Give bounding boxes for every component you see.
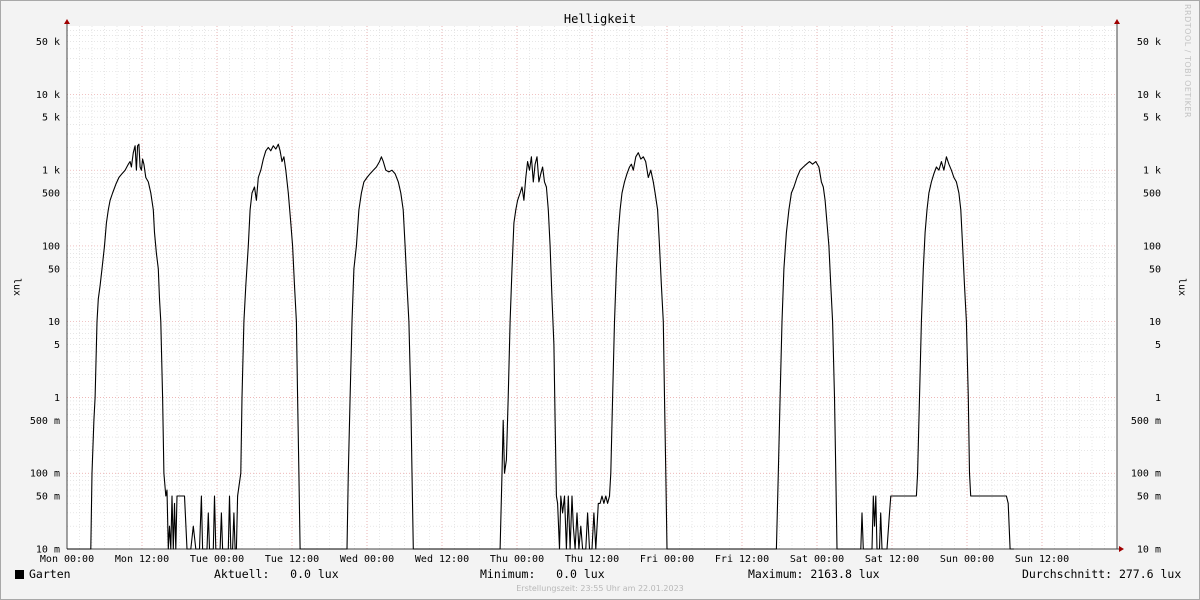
y-tick-label-left: 5 k bbox=[42, 113, 60, 124]
y-tick-label-right: 500 bbox=[1143, 188, 1161, 199]
creation-time-footer: Erstellungszeit: 23:55 Uhr am 22.01.2023 bbox=[516, 584, 684, 593]
x-tick-label: Tue 12:00 bbox=[265, 554, 319, 565]
legend-min-value: 0.0 lux bbox=[556, 567, 605, 581]
y-tick-label-left: 50 bbox=[48, 264, 60, 275]
y-tick-label-left: 1 k bbox=[42, 166, 60, 177]
y-tick-label-left: 100 m bbox=[30, 469, 60, 480]
y-tick-label-right: 50 m bbox=[1137, 492, 1161, 503]
x-tick-label: Tue 00:00 bbox=[190, 554, 244, 565]
x-tick-label: Fri 12:00 bbox=[715, 554, 769, 565]
legend-series-name: Garten bbox=[29, 567, 71, 581]
x-tick-label: Fri 00:00 bbox=[640, 554, 694, 565]
x-tick-label: Sun 00:00 bbox=[940, 554, 994, 565]
y-tick-label-right: 10 bbox=[1149, 317, 1161, 328]
x-tick-label: Thu 00:00 bbox=[490, 554, 544, 565]
legend-max-value: 2163.8 lux bbox=[810, 567, 880, 581]
x-tick-label: Thu 12:00 bbox=[565, 554, 619, 565]
y-axis-arrow-right bbox=[1114, 19, 1120, 24]
y-tick-label-left: 1 bbox=[54, 393, 60, 404]
x-tick-label: Wed 12:00 bbox=[415, 554, 469, 565]
x-tick-label: Sat 00:00 bbox=[790, 554, 844, 565]
y-tick-label-right: 5 bbox=[1155, 340, 1161, 351]
legend-current-value: 0.0 lux bbox=[290, 567, 339, 581]
y-axis-label-left: lux bbox=[11, 278, 22, 296]
y-tick-label-left: 500 bbox=[42, 188, 60, 199]
y-tick-label-left: 50 k bbox=[36, 37, 60, 48]
y-tick-label-right: 10 k bbox=[1137, 90, 1161, 101]
legend-series: Garten bbox=[15, 567, 71, 581]
y-tick-label-right: 500 m bbox=[1131, 416, 1161, 427]
y-tick-label-right: 5 k bbox=[1143, 113, 1161, 124]
y-tick-label-right: 1 bbox=[1155, 393, 1161, 404]
legend-swatch bbox=[15, 570, 24, 579]
x-tick-label: Sun 12:00 bbox=[1015, 554, 1069, 565]
legend-avg-label: Durchschnitt: bbox=[1022, 567, 1113, 581]
y-tick-label-right: 50 k bbox=[1137, 37, 1161, 48]
y-tick-label-left: 10 bbox=[48, 317, 60, 328]
legend-min-label: Minimum: bbox=[480, 567, 536, 581]
legend-current: Aktuell: 0.0 lux bbox=[214, 567, 339, 581]
x-tick-label: Wed 00:00 bbox=[340, 554, 394, 565]
x-tick-label: Mon 00:00 bbox=[40, 554, 94, 565]
y-axis-arrow-left bbox=[64, 19, 70, 24]
rrdtool-watermark: RRDTOOL / TOBI OETIKER bbox=[1183, 4, 1192, 119]
y-tick-label-right: 100 bbox=[1143, 241, 1161, 252]
y-tick-label-left: 100 bbox=[42, 241, 60, 252]
brightness-chart: 50 k 50 k 10 k 10 k 5 k 5 k 1 k 1 k 500 500 100 100… bbox=[11, 12, 1187, 565]
x-axis-arrow bbox=[1119, 546, 1124, 552]
legend-average: Durchschnitt: 277.6 lux bbox=[1022, 567, 1181, 581]
x-tick-label: Mon 12:00 bbox=[115, 554, 169, 565]
y-tick-label-right: 50 bbox=[1149, 264, 1161, 275]
legend-current-label: Aktuell: bbox=[214, 567, 270, 581]
y-tick-label-right: 10 m bbox=[1137, 545, 1161, 556]
y-tick-label-left: 50 m bbox=[36, 492, 60, 503]
y-tick-label-left: 10 k bbox=[36, 90, 60, 101]
legend-maximum: Maximum: 2163.8 lux bbox=[748, 567, 880, 581]
chart-title: Helligkeit bbox=[564, 12, 636, 26]
legend-minimum: Minimum: 0.0 lux bbox=[480, 567, 605, 581]
y-tick-label-left: 500 m bbox=[30, 416, 60, 427]
x-tick-label: Sat 12:00 bbox=[865, 554, 919, 565]
y-tick-label-right: 100 m bbox=[1131, 469, 1161, 480]
y-tick-label-right: 1 k bbox=[1143, 166, 1161, 177]
legend-max-label: Maximum: bbox=[748, 567, 804, 581]
y-tick-label-left: 5 bbox=[54, 340, 60, 351]
legend-avg-value: 277.6 lux bbox=[1118, 567, 1182, 581]
y-axis-label-right: lux bbox=[1176, 278, 1187, 296]
